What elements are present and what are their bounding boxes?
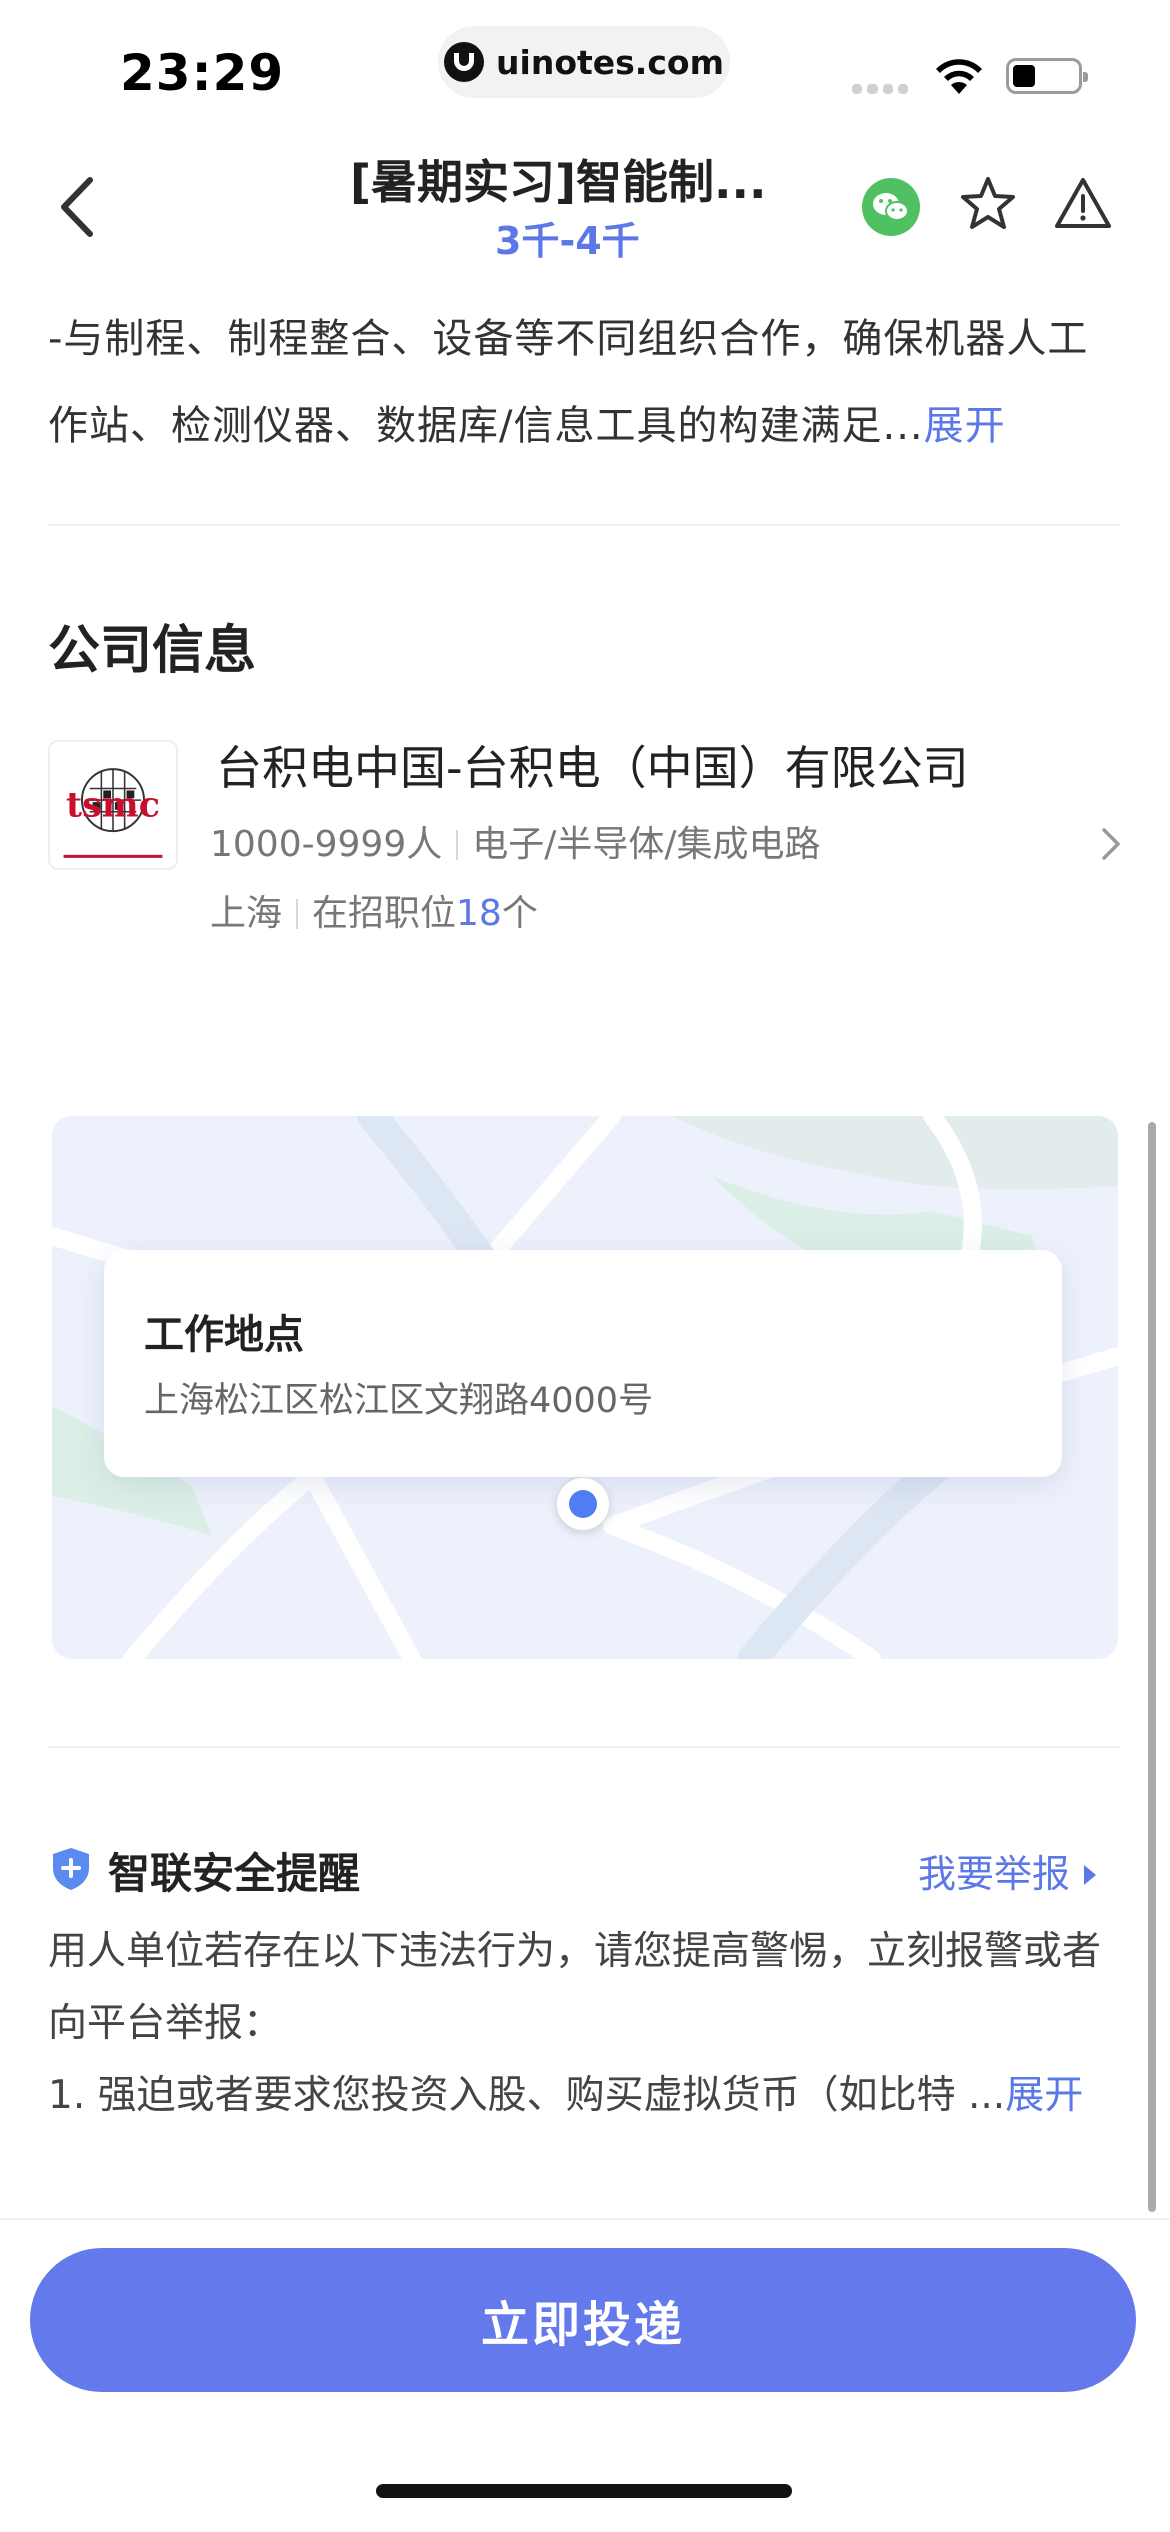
report-link-label: 我要举报: [918, 1852, 1071, 1896]
job-description: -与制程、制程整合、设备等不同组织合作，确保机器人工作站、检测仪器、数据库/信息…: [48, 296, 1120, 470]
status-time: 23:29: [120, 44, 285, 102]
job-title: [暑期实习]智能制...: [350, 155, 767, 209]
home-indicator[interactable]: [376, 2484, 792, 2498]
report-warning-icon[interactable]: [1053, 174, 1113, 234]
openings-prefix: 在招职位: [312, 893, 457, 934]
company-industry: 电子/半导体/集成电路: [472, 824, 821, 865]
safety-expand-link[interactable]: 展开: [1005, 2073, 1083, 2118]
company-meta: 1000-9999人 电子/半导体/集成电路: [210, 815, 821, 867]
section-divider: [48, 1746, 1120, 1748]
url-text: uinotes.com: [496, 42, 724, 82]
company-size: 1000-9999人: [210, 824, 443, 865]
wifi-icon: [936, 59, 982, 94]
safety-line-2: 1. 强迫或者要求您投资入股、购买虚拟货币（如比特 ...: [48, 2073, 1006, 2118]
meta-separator: [296, 899, 299, 929]
company-logo[interactable]: tsmc: [48, 740, 178, 870]
cellular-signal-icon: [852, 84, 908, 94]
tsmc-logo-icon: tsmc: [63, 768, 163, 858]
triangle-right-icon: [1084, 1865, 1097, 1885]
favorite-star-icon[interactable]: [958, 174, 1018, 234]
location-title: 工作地点: [144, 1312, 304, 1358]
map-pin-icon: [557, 1478, 609, 1530]
scrollbar[interactable]: [1148, 1122, 1156, 2212]
chevron-right-icon[interactable]: [1096, 824, 1126, 864]
openings-count: 18: [456, 893, 502, 934]
back-icon[interactable]: [50, 172, 110, 242]
url-pill[interactable]: uinotes.com: [438, 26, 730, 98]
location-address: 上海松江区松江区文翔路4000号: [144, 1381, 654, 1421]
location-card[interactable]: 工作地点 上海松江区松江区文翔路4000号: [104, 1250, 1062, 1477]
wechat-share-button[interactable]: [862, 178, 920, 236]
company-section-title: 公司信息: [48, 621, 257, 681]
job-salary: 3千-4千: [495, 219, 640, 263]
safety-text: 用人单位若存在以下违法行为，请您提高警惕，立刻报警或者向平台举报： 1. 强迫或…: [48, 1916, 1108, 2132]
safety-line-1: 用人单位若存在以下违法行为，请您提高警惕，立刻报警或者向平台举报：: [48, 1929, 1102, 2046]
openings-suffix: 个: [501, 893, 538, 934]
safety-title: 智联安全提醒: [108, 1849, 361, 1898]
safety-line-2-row: 1. 强迫或者要求您投资入股、购买虚拟货币（如比特 ...展开: [48, 2060, 1108, 2132]
bottom-divider: [0, 2218, 1170, 2220]
description-expand-link[interactable]: 展开: [924, 403, 1006, 449]
wechat-icon: [873, 193, 909, 221]
company-name[interactable]: 台积电中国-台积电（中国）有限公司: [216, 732, 969, 798]
company-city: 上海: [210, 893, 283, 934]
section-divider: [48, 524, 1120, 526]
meta-separator: [456, 830, 459, 860]
apply-button[interactable]: 立即投递: [30, 2248, 1136, 2392]
battery-icon: [1006, 58, 1088, 94]
site-logo-icon: [444, 42, 485, 82]
report-link[interactable]: 我要举报: [918, 1843, 1097, 1898]
shield-icon: [53, 1848, 89, 1890]
company-meta-location: 上海 在招职位18个: [210, 884, 538, 936]
tsmc-logo-text: tsmc: [66, 785, 160, 826]
job-detail-page: 23:29 uinotes.com [暑期实习]智能制... 3千-4千 -与制…: [0, 0, 1170, 2532]
